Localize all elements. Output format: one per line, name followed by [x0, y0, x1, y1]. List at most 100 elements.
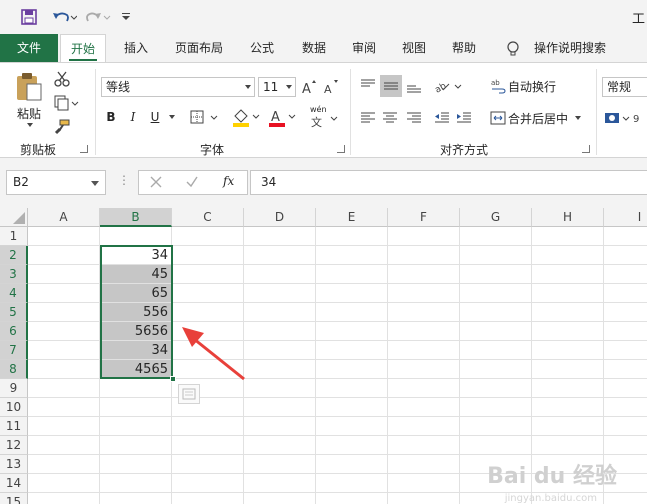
- phonetic-guide-icon[interactable]: wén 文: [306, 105, 342, 129]
- cell-h5[interactable]: [532, 303, 604, 322]
- cell-h6[interactable]: [532, 322, 604, 341]
- cell-a10[interactable]: [28, 398, 100, 417]
- cell-a6[interactable]: [28, 322, 100, 341]
- cell-f12[interactable]: [388, 436, 460, 455]
- cell-e2[interactable]: [316, 246, 388, 265]
- alignment-launcher-icon[interactable]: [582, 145, 590, 153]
- cell-a15[interactable]: [28, 493, 100, 504]
- tab-data[interactable]: 数据: [296, 34, 332, 62]
- insert-function-icon[interactable]: fx: [223, 174, 234, 188]
- align-top-icon[interactable]: [358, 75, 378, 97]
- merge-center-button[interactable]: 合并后居中: [508, 107, 572, 129]
- cell-i10[interactable]: [604, 398, 647, 417]
- cell-b12[interactable]: [100, 436, 172, 455]
- increase-indent-icon[interactable]: [454, 107, 474, 129]
- cell-i8[interactable]: [604, 360, 647, 379]
- align-bottom-icon[interactable]: [404, 75, 424, 97]
- number-format-combo[interactable]: 常规: [602, 77, 647, 97]
- column-header-h[interactable]: H: [532, 208, 604, 227]
- cell-b1[interactable]: [100, 227, 172, 246]
- cell-a9[interactable]: [28, 379, 100, 398]
- cell-f13[interactable]: [388, 455, 460, 474]
- tab-formulas[interactable]: 公式: [244, 34, 280, 62]
- cell-d2[interactable]: [244, 246, 316, 265]
- cell-g6[interactable]: [460, 322, 532, 341]
- column-header-a[interactable]: A: [28, 208, 100, 227]
- cell-c15[interactable]: [172, 493, 244, 504]
- cell-i5[interactable]: [604, 303, 647, 322]
- borders-icon[interactable]: [188, 107, 222, 127]
- cell-d1[interactable]: [244, 227, 316, 246]
- increase-font-icon[interactable]: A: [300, 77, 318, 97]
- cell-h9[interactable]: [532, 379, 604, 398]
- cell-a13[interactable]: [28, 455, 100, 474]
- cell-f6[interactable]: [388, 322, 460, 341]
- column-header-g[interactable]: G: [460, 208, 532, 227]
- cell-g9[interactable]: [460, 379, 532, 398]
- cell-b13[interactable]: [100, 455, 172, 474]
- row-header-14[interactable]: 14: [0, 474, 28, 493]
- cell-c1[interactable]: [172, 227, 244, 246]
- cell-h10[interactable]: [532, 398, 604, 417]
- column-header-c[interactable]: C: [172, 208, 244, 227]
- paste-icon[interactable]: [12, 71, 46, 103]
- cell-c3[interactable]: [172, 265, 244, 284]
- row-header-5[interactable]: 5: [0, 303, 28, 322]
- cell-f8[interactable]: [388, 360, 460, 379]
- cell-h2[interactable]: [532, 246, 604, 265]
- cell-b15[interactable]: [100, 493, 172, 504]
- merge-center-icon[interactable]: [488, 107, 508, 129]
- tab-home[interactable]: 开始: [60, 34, 106, 63]
- cell-f10[interactable]: [388, 398, 460, 417]
- cell-i15[interactable]: [604, 493, 647, 504]
- cell-g12[interactable]: [460, 436, 532, 455]
- cell-a4[interactable]: [28, 284, 100, 303]
- cell-b3[interactable]: 45: [100, 265, 172, 284]
- row-header-7[interactable]: 7: [0, 341, 28, 360]
- cell-e4[interactable]: [316, 284, 388, 303]
- cell-g4[interactable]: [460, 284, 532, 303]
- cell-b7[interactable]: 34: [100, 341, 172, 360]
- font-color-icon[interactable]: A: [266, 105, 300, 129]
- cell-e1[interactable]: [316, 227, 388, 246]
- name-box[interactable]: B2: [6, 170, 106, 195]
- cell-i9[interactable]: [604, 379, 647, 398]
- clipboard-launcher-icon[interactable]: [80, 145, 88, 153]
- cell-g1[interactable]: [460, 227, 532, 246]
- row-header-11[interactable]: 11: [0, 417, 28, 436]
- save-icon[interactable]: [20, 8, 38, 26]
- cell-c4[interactable]: [172, 284, 244, 303]
- formula-input[interactable]: 34: [250, 170, 647, 195]
- align-left-icon[interactable]: [358, 107, 378, 129]
- accounting-format-icon[interactable]: 9: [602, 107, 642, 129]
- cut-icon[interactable]: [52, 69, 72, 89]
- cell-e10[interactable]: [316, 398, 388, 417]
- redo-icon[interactable]: [84, 8, 112, 26]
- column-header-i[interactable]: I: [604, 208, 647, 227]
- cell-i11[interactable]: [604, 417, 647, 436]
- tab-page-layout[interactable]: 页面布局: [168, 34, 230, 62]
- cell-g7[interactable]: [460, 341, 532, 360]
- cell-a14[interactable]: [28, 474, 100, 493]
- cell-f14[interactable]: [388, 474, 460, 493]
- cell-e6[interactable]: [316, 322, 388, 341]
- cell-f15[interactable]: [388, 493, 460, 504]
- bold-button[interactable]: B: [102, 107, 120, 127]
- row-header-13[interactable]: 13: [0, 455, 28, 474]
- cell-e8[interactable]: [316, 360, 388, 379]
- merge-dropdown-icon[interactable]: [572, 107, 584, 129]
- paste-dropdown-icon[interactable]: [26, 121, 34, 129]
- cell-a7[interactable]: [28, 341, 100, 360]
- cell-d11[interactable]: [244, 417, 316, 436]
- cell-f5[interactable]: [388, 303, 460, 322]
- cell-i4[interactable]: [604, 284, 647, 303]
- cell-g8[interactable]: [460, 360, 532, 379]
- cell-c13[interactable]: [172, 455, 244, 474]
- cell-e13[interactable]: [316, 455, 388, 474]
- copy-icon[interactable]: [52, 93, 80, 113]
- cell-h7[interactable]: [532, 341, 604, 360]
- cell-g3[interactable]: [460, 265, 532, 284]
- cell-i6[interactable]: [604, 322, 647, 341]
- enter-icon[interactable]: [185, 175, 199, 192]
- cell-a12[interactable]: [28, 436, 100, 455]
